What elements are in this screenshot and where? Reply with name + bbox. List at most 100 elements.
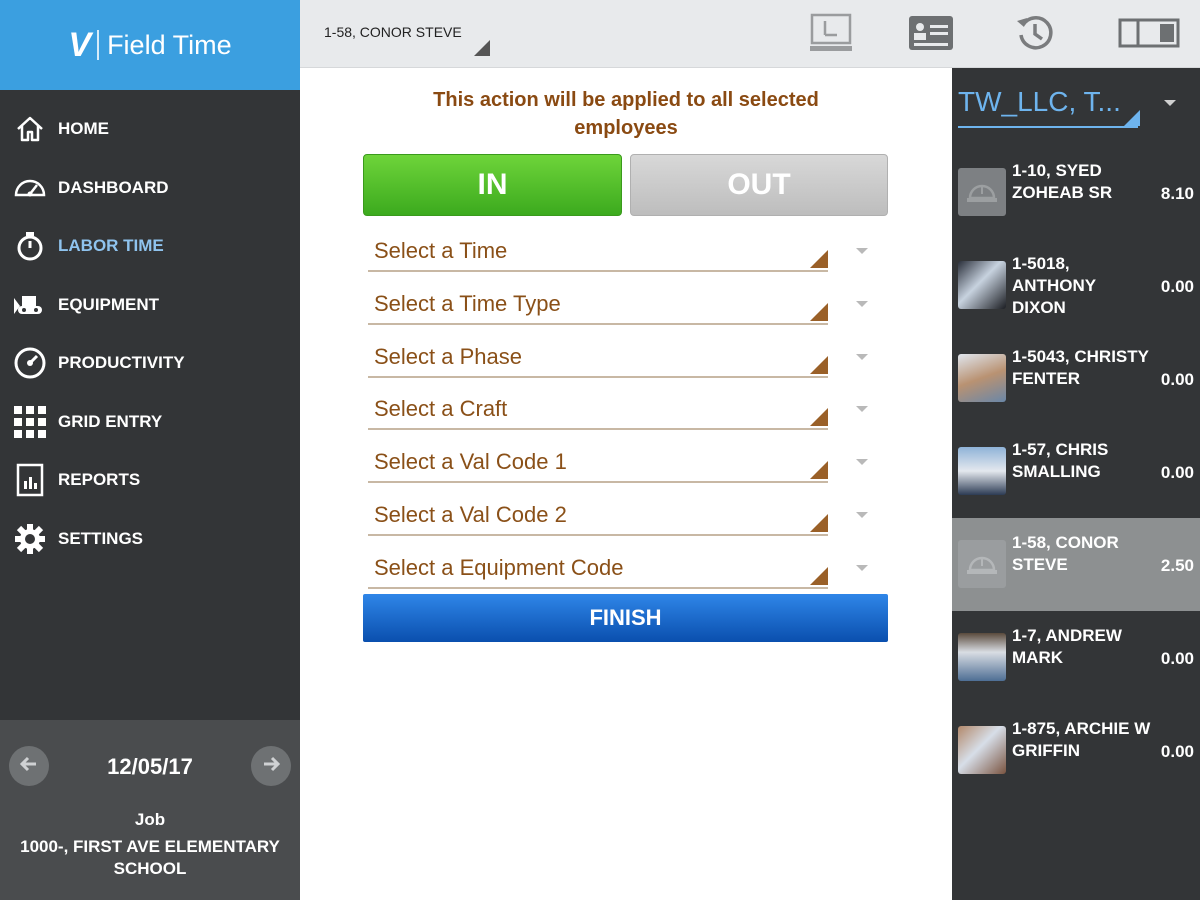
home-icon bbox=[12, 111, 48, 147]
employee-photo bbox=[958, 354, 1006, 402]
history-button[interactable] bbox=[1012, 14, 1058, 56]
craft-select[interactable]: Select a Craft bbox=[368, 386, 828, 430]
nav-item-equipment[interactable]: EQUIPMENT bbox=[0, 276, 300, 335]
dropdown-corner-icon bbox=[474, 40, 490, 56]
nav-label: SETTINGS bbox=[58, 528, 144, 548]
employee-name: 1-7, ANDREW MARK bbox=[1012, 626, 1122, 667]
speedometer-icon bbox=[12, 170, 48, 206]
employee-list-item[interactable]: 1-10, SYED ZOHEAB SR 8.10 bbox=[952, 146, 1200, 239]
equipment-code-select[interactable]: Select a Equipment Code bbox=[368, 545, 828, 589]
nav-item-labor-time[interactable]: LABOR TIME bbox=[0, 217, 300, 276]
dropdown-corner-icon bbox=[810, 356, 828, 374]
date-navigator: 12/05/17 bbox=[0, 744, 300, 788]
dropdown-corner-icon bbox=[810, 514, 828, 532]
nav-label: DASHBOARD bbox=[58, 177, 169, 197]
timesheet-button[interactable] bbox=[808, 13, 854, 56]
toggle-view-button[interactable] bbox=[1118, 14, 1180, 56]
grid-icon bbox=[12, 404, 48, 440]
employee-hours: 2.50 bbox=[1160, 556, 1194, 575]
top-bar: 1-58, CONOR STEVE bbox=[300, 0, 1200, 68]
clock-in-button[interactable]: IN bbox=[363, 154, 622, 216]
employee-list-item[interactable]: 1-5043, CHRISTY FENTER 0.00 bbox=[952, 332, 1200, 425]
nav-label: HOME bbox=[58, 119, 109, 139]
nav-item-home[interactable]: HOME bbox=[0, 100, 300, 159]
clock-out-button[interactable]: OUT bbox=[630, 154, 888, 216]
dropdown-corner-icon bbox=[810, 567, 828, 585]
nav-item-productivity[interactable]: PRODUCTIVITY bbox=[0, 334, 300, 393]
clock-action-form: This action will be applied to all selec… bbox=[300, 68, 952, 900]
employee-hours: 0.00 bbox=[1160, 370, 1194, 389]
nav-item-grid-entry[interactable]: GRID ENTRY bbox=[0, 393, 300, 452]
dropdown-corner-icon bbox=[810, 250, 828, 268]
company-selector[interactable]: TW_LLC, T... bbox=[958, 86, 1140, 128]
employee-hours: 0.00 bbox=[1160, 742, 1194, 761]
bulldozer-icon bbox=[12, 287, 48, 323]
val-code-2-select-caret-icon[interactable] bbox=[856, 512, 868, 518]
val-code-1-select-caret-icon[interactable] bbox=[856, 459, 868, 465]
nav-label: REPORTS bbox=[58, 470, 141, 490]
employee-name: 1-5043, CHRISTY FENTER bbox=[1012, 347, 1149, 388]
nav-label: PRODUCTIVITY bbox=[58, 353, 185, 373]
employee-name: 1-5018, ANTHONY DIXON bbox=[1012, 254, 1096, 317]
employee-list-item-selected[interactable]: 1-58, CONOR STEVE 2.50 bbox=[952, 518, 1200, 611]
employee-hours: 0.00 bbox=[1160, 463, 1194, 482]
time-select[interactable]: Select a Time bbox=[368, 228, 828, 272]
avatar-placeholder-icon bbox=[958, 540, 1006, 588]
avatar-placeholder-icon bbox=[958, 168, 1006, 216]
brand-logo: V bbox=[68, 25, 91, 64]
company-selector-caret-icon[interactable] bbox=[1164, 100, 1176, 106]
gauge-icon bbox=[12, 345, 48, 381]
employee-photo bbox=[958, 726, 1006, 774]
job-label: Job bbox=[134, 810, 166, 829]
id-card-button[interactable] bbox=[908, 14, 954, 56]
company-selector-value: TW_LLC, T... bbox=[958, 86, 1121, 117]
employee-selector-value: 1-58, CONOR STEVE bbox=[324, 24, 462, 40]
phase-select-caret-icon[interactable] bbox=[856, 354, 868, 360]
employee-name: 1-10, SYED ZOHEAB SR bbox=[1012, 161, 1113, 202]
dropdown-corner-icon bbox=[810, 461, 828, 479]
employee-photo bbox=[958, 447, 1006, 495]
employee-panel: TW_LLC, T... 1-10, SYED ZOHEAB SR 8.10 1… bbox=[952, 68, 1200, 900]
time-select-placeholder: Select a Time bbox=[374, 238, 508, 263]
phase-select-placeholder: Select a Phase bbox=[374, 344, 522, 369]
equipment-code-select-placeholder: Select a Equipment Code bbox=[374, 555, 624, 580]
employee-list-item[interactable]: 1-5018, ANTHONY DIXON 0.00 bbox=[952, 239, 1200, 332]
nav-item-reports[interactable]: REPORTS bbox=[0, 451, 300, 510]
nav-item-settings[interactable]: SETTINGS bbox=[0, 510, 300, 569]
val-code-1-select-placeholder: Select a Val Code 1 bbox=[374, 449, 567, 474]
dropdown-corner-icon bbox=[810, 303, 828, 321]
time-type-select-caret-icon[interactable] bbox=[856, 301, 868, 307]
nav-item-dashboard[interactable]: DASHBOARD bbox=[0, 159, 300, 218]
notice-text: This action will be applied to all selec… bbox=[300, 86, 952, 142]
history-icon bbox=[1015, 13, 1055, 58]
sidebar-nav: HOME DASHBOARD LABOR TIME EQUIPMENT PROD… bbox=[0, 90, 300, 568]
employee-selector[interactable]: 1-58, CONOR STEVE bbox=[324, 24, 490, 56]
employee-list-item[interactable]: 1-7, ANDREW MARK 0.00 bbox=[952, 611, 1200, 704]
brand-header: V Field Time bbox=[0, 0, 300, 90]
equipment-code-select-caret-icon[interactable] bbox=[856, 565, 868, 571]
app-name: Field Time bbox=[107, 29, 232, 60]
dropdown-corner-icon bbox=[810, 408, 828, 426]
job-name[interactable]: 1000-, FIRST AVE ELEMENTARY SCHOOL bbox=[0, 836, 300, 880]
date-panel: 12/05/17 Job 1000-, FIRST AVE ELEMENTARY… bbox=[0, 720, 300, 900]
employee-hours: 0.00 bbox=[1160, 649, 1194, 668]
gear-icon bbox=[12, 521, 48, 557]
nav-label: LABOR TIME bbox=[58, 236, 164, 256]
craft-select-placeholder: Select a Craft bbox=[374, 396, 508, 421]
finish-button[interactable]: FINISH bbox=[363, 594, 888, 642]
val-code-2-select[interactable]: Select a Val Code 2 bbox=[368, 492, 828, 536]
nav-label: GRID ENTRY bbox=[58, 411, 163, 431]
stopwatch-icon bbox=[12, 228, 48, 264]
next-date-button[interactable] bbox=[251, 746, 291, 786]
employee-list-item[interactable]: 1-57, CHRIS SMALLING 0.00 bbox=[952, 425, 1200, 518]
phase-select[interactable]: Select a Phase bbox=[368, 334, 828, 378]
time-type-select-placeholder: Select a Time Type bbox=[374, 291, 561, 316]
val-code-1-select[interactable]: Select a Val Code 1 bbox=[368, 439, 828, 483]
time-type-select[interactable]: Select a Time Type bbox=[368, 281, 828, 325]
employee-list-item[interactable]: 1-875, ARCHIE W GRIFFIN 0.00 bbox=[952, 704, 1200, 797]
employee-photo bbox=[958, 261, 1006, 309]
time-select-caret-icon[interactable] bbox=[856, 248, 868, 254]
notice-message: This action will be applied to all selec… bbox=[433, 89, 819, 139]
toggle-view-icon bbox=[1118, 17, 1180, 54]
craft-select-caret-icon[interactable] bbox=[856, 406, 868, 412]
